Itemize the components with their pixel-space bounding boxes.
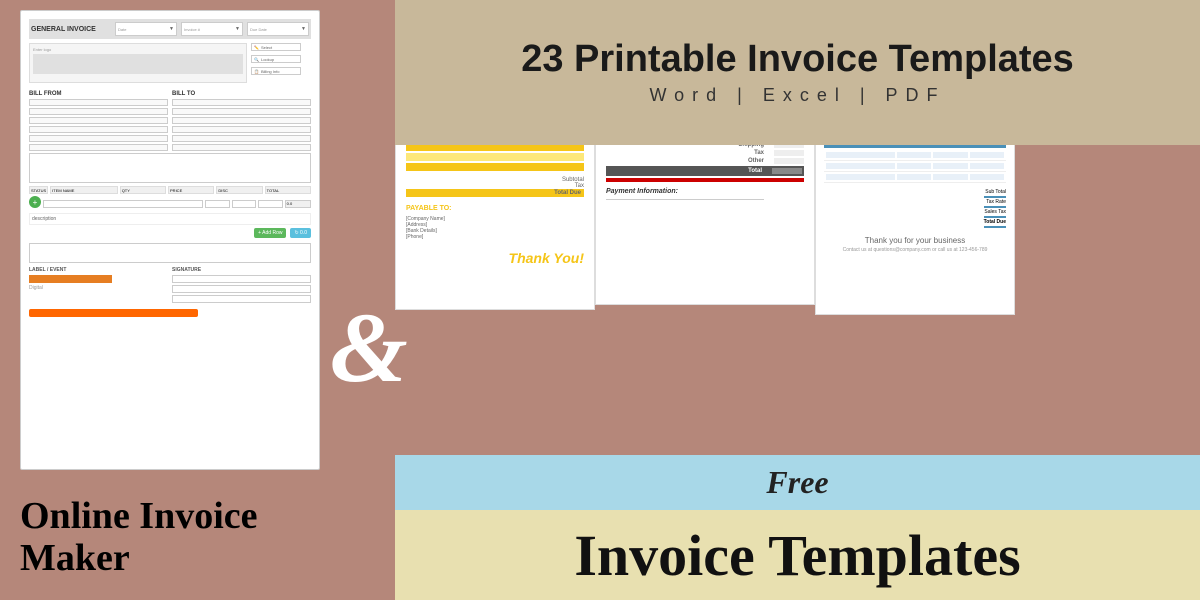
bill-from-title: BILL FROM <box>29 91 168 97</box>
printable-section: 23 Printable Invoice Templates Word | Ex… <box>395 0 1200 145</box>
date-field[interactable]: Date ▼ <box>115 22 177 36</box>
free-strip: Free <box>395 455 1200 510</box>
blue-total-section: Sub Total Tax Rate Sales Tax Total Due <box>824 189 1006 230</box>
bill-to-title: BILL TO <box>172 91 311 97</box>
general-invoice-title: GENERAL INVOICE <box>31 26 111 33</box>
from-state[interactable] <box>29 135 168 142</box>
signature-col: SIGNATURE <box>172 267 311 305</box>
invoice-num-field[interactable]: Invoice # ▼ <box>181 22 243 36</box>
label-bar[interactable] <box>29 275 112 283</box>
from-address1[interactable] <box>29 108 168 115</box>
to-city[interactable] <box>172 126 311 133</box>
from-zip[interactable] <box>29 144 168 151</box>
line-items-header: STATUS ITEM NAME QTY PRICE DISC TOTAL <box>29 186 311 194</box>
printable-subtitle: Word | Excel | PDF <box>649 85 945 106</box>
yellow-subtotals: Subtotal Tax Total Due <box>406 177 584 197</box>
payable-section: PAYABLE TO: [Company Name][Address][Bank… <box>406 205 584 266</box>
blue-service-row-2 <box>824 161 1006 172</box>
add-item-btn[interactable]: + <box>29 196 41 208</box>
free-templates-section: Free Invoice Templates <box>395 455 1200 600</box>
to-zip[interactable] <box>172 144 311 151</box>
line-items-section: STATUS ITEM NAME QTY PRICE DISC TOTAL + … <box>29 186 311 240</box>
col-itemname: ITEM NAME <box>50 186 118 194</box>
yellow-row-5 <box>406 163 584 171</box>
right-section: INVOICE [Company Name] Date: ___________… <box>395 0 1200 600</box>
from-address2[interactable] <box>29 117 168 124</box>
sig-name[interactable] <box>172 275 311 283</box>
form-header: GENERAL INVOICE Date ▼ Invoice # ▼ Due D… <box>29 19 311 39</box>
printable-title: 23 Printable Invoice Templates <box>521 39 1074 81</box>
due-date-field[interactable]: Due Date ▼ <box>247 22 309 36</box>
submit-btn[interactable] <box>29 309 198 317</box>
col-price: PRICE <box>168 186 214 194</box>
blue-service-row-3 <box>824 172 1006 183</box>
billing-btn[interactable]: 📋 Billing Info <box>251 67 301 75</box>
from-city[interactable] <box>29 126 168 133</box>
payable-title: PAYABLE TO: <box>406 205 584 212</box>
update-btn[interactable]: ↻ 0.0 <box>290 228 311 238</box>
bill-to-col: BILL TO <box>172 87 311 153</box>
lookup-btn[interactable]: 🔍 Lookup <box>251 55 301 63</box>
to-name[interactable] <box>172 99 311 106</box>
blue-thank-you: Thank you for your business <box>824 236 1006 245</box>
payment-info-label: Payment Information: <box>606 188 804 195</box>
from-name[interactable] <box>29 99 168 106</box>
col-discount: DISC <box>216 186 262 194</box>
free-label: Free <box>766 464 828 501</box>
sig-date[interactable] <box>172 295 311 303</box>
col-quantity: QTY <box>120 186 166 194</box>
to-address1[interactable] <box>172 108 311 115</box>
red-accent-bar <box>606 178 804 182</box>
blue-service-row-1 <box>824 150 1006 161</box>
bottom-fields: LABEL / EVENT Digital SIGNATURE <box>29 267 311 305</box>
payable-info: [Company Name][Address][Bank Details][Ph… <box>406 216 584 240</box>
to-address2[interactable] <box>172 117 311 124</box>
col-status: STATUS <box>29 186 48 194</box>
invoice-form-mockup: GENERAL INVOICE Date ▼ Invoice # ▼ Due D… <box>20 10 320 470</box>
label-event-col: LABEL / EVENT Digital <box>29 267 168 305</box>
billing-section: BILL FROM BILL TO <box>29 87 311 153</box>
page-background: GENERAL INVOICE Date ▼ Invoice # ▼ Due D… <box>0 0 1200 600</box>
blue-contact: Contact us at questions@company.com or c… <box>824 247 1006 253</box>
total-row: Total Due <box>406 189 584 197</box>
select-btn[interactable]: ✏️ Select <box>251 43 301 51</box>
thank-you: Thank You! <box>406 250 584 266</box>
yellow-row-4 <box>406 153 584 161</box>
bill-from-col: BILL FROM <box>29 87 168 153</box>
notes-textarea[interactable] <box>29 153 311 183</box>
item-description[interactable]: description <box>29 213 311 225</box>
online-invoice-maker-label: Online Invoice Maker <box>20 496 258 580</box>
bottom-notes[interactable] <box>29 243 311 263</box>
invoice-templates-label: Invoice Templates <box>574 522 1020 589</box>
col-total: TOTAL <box>265 186 311 194</box>
to-state[interactable] <box>172 135 311 142</box>
add-row-btn[interactable]: + Add Row <box>254 228 286 238</box>
payment-line <box>606 199 764 200</box>
invoice-templates-strip: Invoice Templates <box>395 510 1200 600</box>
sig-title[interactable] <box>172 285 311 293</box>
